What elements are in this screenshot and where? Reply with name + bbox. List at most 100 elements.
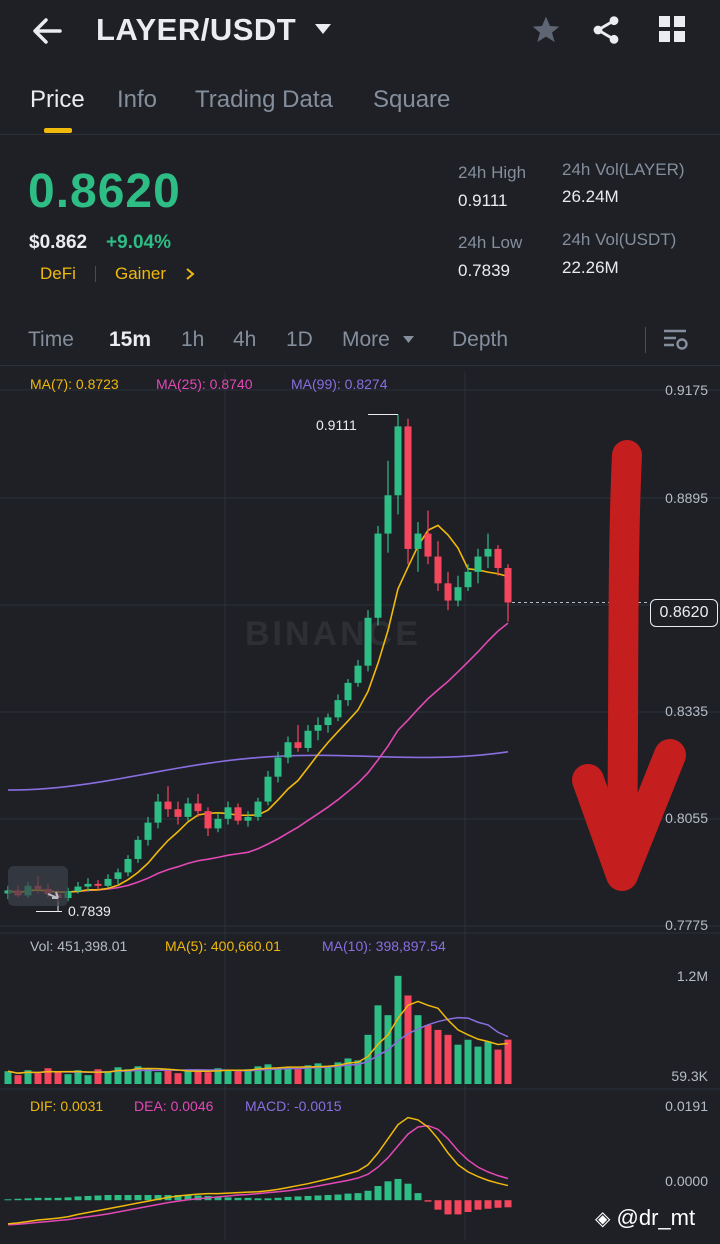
macd-histogram-bar: [364, 1190, 372, 1201]
chart-grid: [0, 372, 720, 1240]
back-arrow-icon[interactable]: [30, 14, 64, 48]
macd-histogram-bar: [164, 1195, 172, 1201]
vol-base-label: 24h Vol(LAYER): [562, 160, 685, 179]
interval-4h[interactable]: 4h: [233, 328, 256, 352]
depth-tab[interactable]: Depth: [452, 328, 508, 352]
macd-histogram-bar: [74, 1196, 82, 1201]
macd-histogram-bar: [284, 1196, 292, 1201]
star-icon[interactable]: [530, 14, 562, 46]
dea-legend: DEA: 0.0046: [134, 1098, 214, 1114]
interval-1d[interactable]: 1D: [286, 328, 313, 352]
candle-body: [374, 533, 382, 618]
macd-histogram-bar: [14, 1198, 22, 1201]
tag-gainer[interactable]: Gainer: [115, 264, 166, 284]
more-caret-icon[interactable]: [402, 335, 415, 344]
macd-histogram-bar: [124, 1195, 132, 1201]
volume-bar: [144, 1068, 152, 1084]
macd-histogram-bar: [204, 1195, 212, 1201]
chart-settings-icon[interactable]: [662, 328, 690, 352]
volume-bar: [444, 1034, 452, 1084]
red-down-arrow-shaft: [607, 440, 642, 875]
volume-bar: [204, 1072, 212, 1084]
candle-body: [474, 556, 482, 572]
candle-body: [194, 803, 202, 812]
macd-tick: 0.0191: [665, 1098, 708, 1114]
volume-bar: [174, 1073, 182, 1084]
chart-scroll-handle[interactable]: [8, 866, 68, 906]
macd-histogram-bar: [324, 1195, 332, 1201]
macd-chart: [4, 1116, 512, 1226]
volume-bar: [334, 1062, 342, 1084]
vol-base-value: 26.24M: [562, 187, 619, 206]
vol-ma5-legend: MA(5): 400,660.01: [165, 938, 281, 954]
price-tick: 0.8895: [665, 490, 708, 506]
volume-bar: [474, 1046, 482, 1084]
macd-histogram-bar: [44, 1197, 52, 1201]
macd-histogram-bar: [434, 1200, 442, 1210]
volume-bar: [124, 1069, 132, 1084]
volume-bar: [154, 1072, 162, 1084]
volume-bar: [164, 1070, 172, 1084]
candles: [4, 414, 650, 912]
vol-quote-label: 24h Vol(USDT): [562, 230, 677, 249]
macd-histogram-bar: [224, 1197, 232, 1201]
volume-bar: [224, 1070, 232, 1084]
tag-divider: [95, 266, 96, 282]
ma25-legend: MA(25): 0.8740: [156, 376, 253, 392]
macd-histogram-bar: [154, 1195, 162, 1201]
volume-bar: [314, 1063, 322, 1084]
annotation-layer: [572, 440, 686, 891]
ma7-legend: MA(7): 0.8723: [30, 376, 119, 392]
caret-down-icon[interactable]: [314, 23, 332, 35]
dea-line: [7, 1124, 509, 1226]
candle-body: [234, 807, 242, 821]
grid-menu-icon[interactable]: [658, 15, 686, 43]
price-tick: 0.8055: [665, 810, 708, 826]
candle-body: [114, 872, 122, 879]
candle-body: [154, 801, 162, 823]
candle-body: [174, 809, 182, 817]
volume-bar: [434, 1029, 442, 1084]
volume-bar: [454, 1044, 462, 1084]
macd-histogram-bar: [104, 1195, 112, 1201]
interval-15m[interactable]: 15m: [109, 328, 151, 352]
interval-1h[interactable]: 1h: [181, 328, 204, 352]
binance-watermark: BINANCE: [245, 615, 421, 653]
candle-body: [414, 533, 422, 549]
volume-bar: [114, 1067, 122, 1084]
moving-average-lines: [7, 524, 509, 894]
volume-bar: [34, 1073, 42, 1084]
volume-bar: [244, 1069, 252, 1084]
dif-legend: DIF: 0.0031: [30, 1098, 104, 1114]
macd-histogram-bar: [414, 1193, 422, 1201]
share-icon[interactable]: [590, 14, 622, 46]
macd-histogram-bar: [404, 1183, 412, 1201]
tab-square[interactable]: Square: [373, 86, 450, 114]
volume-ma5-line: [7, 1000, 509, 1074]
tag-defi[interactable]: DeFi: [40, 264, 76, 284]
tab-info[interactable]: Info: [117, 86, 157, 114]
high-label: 24h High: [458, 163, 527, 182]
macd-histogram-bar: [384, 1181, 392, 1201]
interval-more[interactable]: More: [342, 328, 390, 352]
macd-histogram-bar: [134, 1195, 142, 1201]
macd-histogram-bar: [34, 1197, 42, 1201]
divider: [0, 134, 720, 135]
chevron-right-icon[interactable]: [185, 267, 195, 281]
macd-histogram-bar: [24, 1198, 32, 1201]
interval-time[interactable]: Time: [28, 328, 74, 352]
tab-price[interactable]: Price: [30, 86, 85, 114]
macd-histogram-bar: [494, 1200, 502, 1208]
volume-bar: [274, 1068, 282, 1084]
candle-body: [434, 556, 442, 584]
volume-bar: [464, 1039, 472, 1084]
volume-bar: [74, 1070, 82, 1084]
pair-title[interactable]: LAYER/USDT: [96, 12, 296, 48]
candle-body: [84, 883, 92, 887]
divider: [0, 365, 720, 366]
tab-trading-data[interactable]: Trading Data: [195, 86, 333, 114]
macd-histogram-bar: [194, 1195, 202, 1201]
volume-bar: [234, 1071, 242, 1084]
price-tick: 0.9175: [665, 382, 708, 398]
price-change-percent: +9.04%: [106, 232, 171, 253]
